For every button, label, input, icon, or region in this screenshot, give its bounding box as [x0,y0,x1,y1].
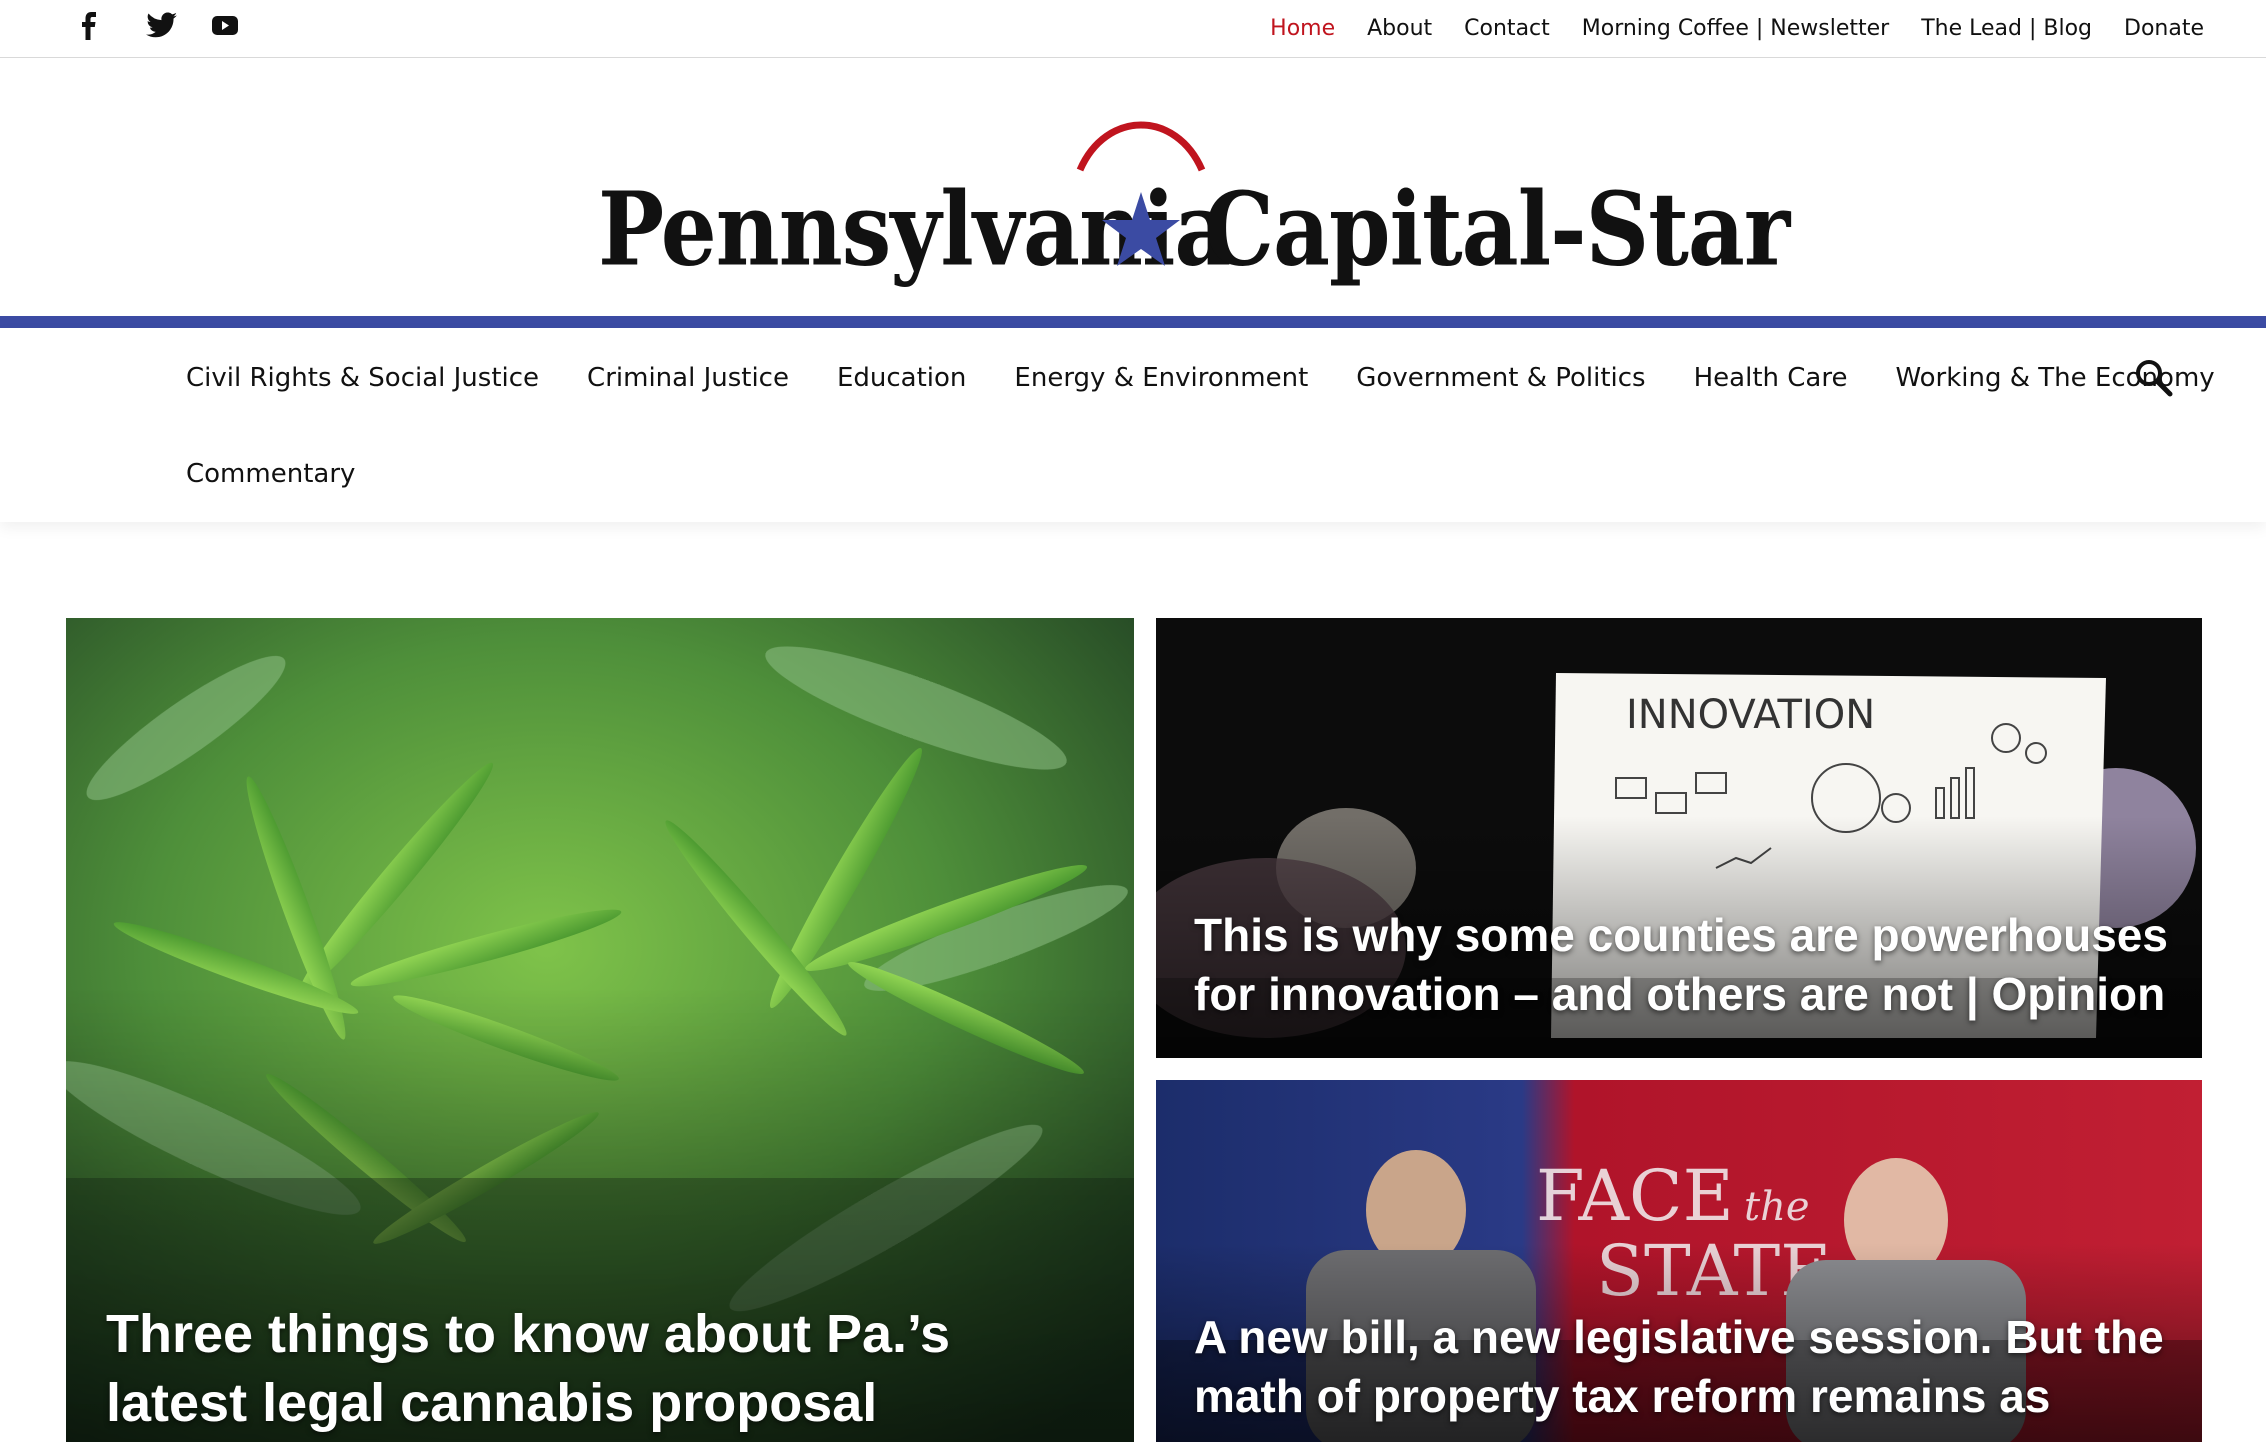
category-row-2: Commentary [186,454,355,494]
category-government-politics[interactable]: Government & Politics [1356,363,1645,393]
top-navigation: Home About Contact Morning Coffee | News… [1270,0,2204,56]
social-links [80,12,278,44]
topnav-contact[interactable]: Contact [1464,16,1550,41]
brand-divider [0,316,2266,328]
top-bar: Home About Contact Morning Coffee | News… [0,0,2266,58]
featured-story-property-tax[interactable]: FACE the STATE A new bill, a new legisla… [1156,1080,2202,1442]
topnav-donate[interactable]: Donate [2124,16,2204,41]
category-education[interactable]: Education [837,363,966,393]
story-headline[interactable]: A new bill, a new legislative session. B… [1194,1308,2194,1426]
story-headline[interactable]: Three things to know about Pa.’s latest … [106,1300,1106,1438]
search-icon[interactable] [2134,358,2174,398]
category-health-care[interactable]: Health Care [1694,363,1848,393]
logo-word-capital-star: Capital-Star [1204,168,1790,289]
category-navigation: Civil Rights & Social Justice Criminal J… [0,328,2266,522]
category-energy-environment[interactable]: Energy & Environment [1014,363,1308,393]
facebook-icon[interactable] [80,12,146,44]
story-headline[interactable]: This is why some counties are powerhouse… [1194,906,2194,1024]
featured-story-innovation[interactable]: INNOVATION This is why some counties are… [1156,618,2202,1058]
topnav-blog[interactable]: The Lead | Blog [1921,16,2092,41]
masthead: Pennsylvania Capital-Star [0,58,2266,316]
category-commentary[interactable]: Commentary [186,459,355,489]
site-logo[interactable]: Pennsylvania Capital-Star [598,110,1790,280]
featured-story-main[interactable]: Three things to know about Pa.’s latest … [66,618,1134,1442]
twitter-icon[interactable] [146,12,212,44]
logo-star-icon [1076,121,1206,266]
category-criminal-justice[interactable]: Criminal Justice [587,363,789,393]
topnav-home[interactable]: Home [1270,16,1335,41]
category-civil-rights[interactable]: Civil Rights & Social Justice [186,363,539,393]
topnav-newsletter[interactable]: Morning Coffee | Newsletter [1582,16,1889,41]
category-row: Civil Rights & Social Justice Criminal J… [186,358,2215,398]
topnav-about[interactable]: About [1367,16,1432,41]
youtube-icon[interactable] [212,12,278,44]
